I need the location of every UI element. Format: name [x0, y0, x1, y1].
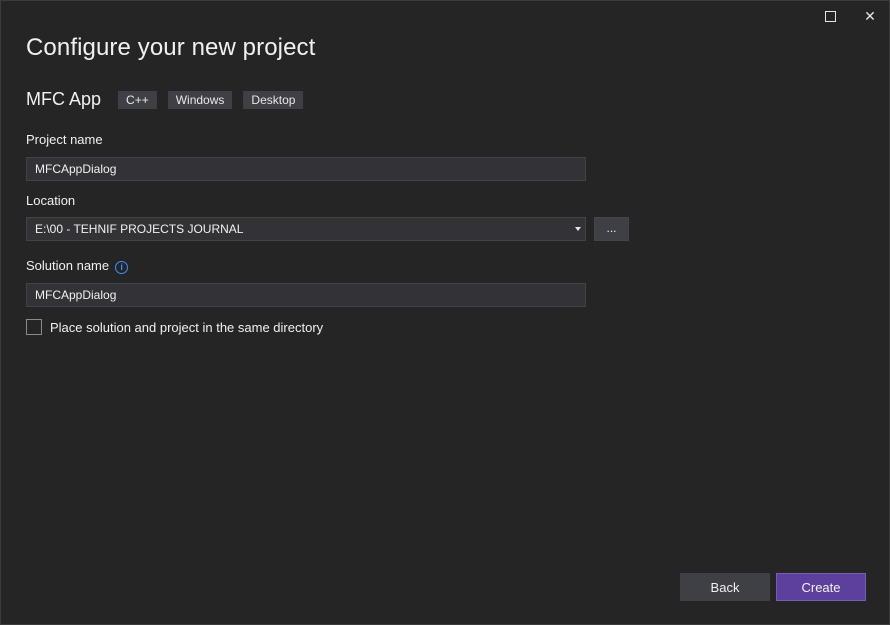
template-info: MFC App C++ Windows Desktop — [26, 89, 314, 110]
solution-name-label-row: Solution name i — [26, 258, 129, 274]
location-combobox[interactable]: E:\00 - TEHNIF PROJECTS JOURNAL — [26, 217, 586, 241]
tag-platform: Windows — [167, 90, 233, 109]
info-icon[interactable]: i — [115, 261, 129, 274]
back-button-label: Back — [710, 580, 740, 595]
project-name-value: MFCAppDialog — [35, 162, 117, 176]
close-icon: ✕ — [864, 7, 876, 24]
maximize-icon — [824, 10, 836, 22]
location-label: Location — [26, 193, 76, 208]
dialog-window: ✕ Configure your new project MFC App C++… — [0, 0, 890, 625]
solution-name-label: Solution name — [26, 258, 110, 273]
create-button-label: Create — [801, 580, 841, 595]
project-name-input[interactable]: MFCAppDialog — [26, 157, 586, 181]
create-button[interactable]: Create — [776, 573, 866, 601]
tag-language: C++ — [118, 90, 157, 109]
back-button[interactable]: Back — [680, 573, 770, 601]
project-name-label: Project name — [26, 132, 103, 147]
location-value: E:\00 - TEHNIF PROJECTS JOURNAL — [35, 222, 244, 236]
tag-project-type: Desktop — [243, 90, 304, 109]
template-name: MFC App — [26, 89, 102, 109]
browse-button[interactable]: ... — [594, 217, 629, 241]
chevron-down-icon[interactable] — [575, 227, 581, 231]
solution-name-value: MFCAppDialog — [35, 288, 117, 302]
same-directory-checkbox[interactable] — [26, 319, 42, 335]
solution-name-input[interactable]: MFCAppDialog — [26, 283, 586, 307]
same-directory-label: Place solution and project in the same d… — [50, 319, 324, 335]
close-button[interactable]: ✕ — [850, 1, 890, 31]
page-title: Configure your new project — [26, 34, 316, 61]
maximize-button[interactable] — [810, 1, 850, 31]
same-directory-option[interactable]: Place solution and project in the same d… — [26, 319, 323, 335]
